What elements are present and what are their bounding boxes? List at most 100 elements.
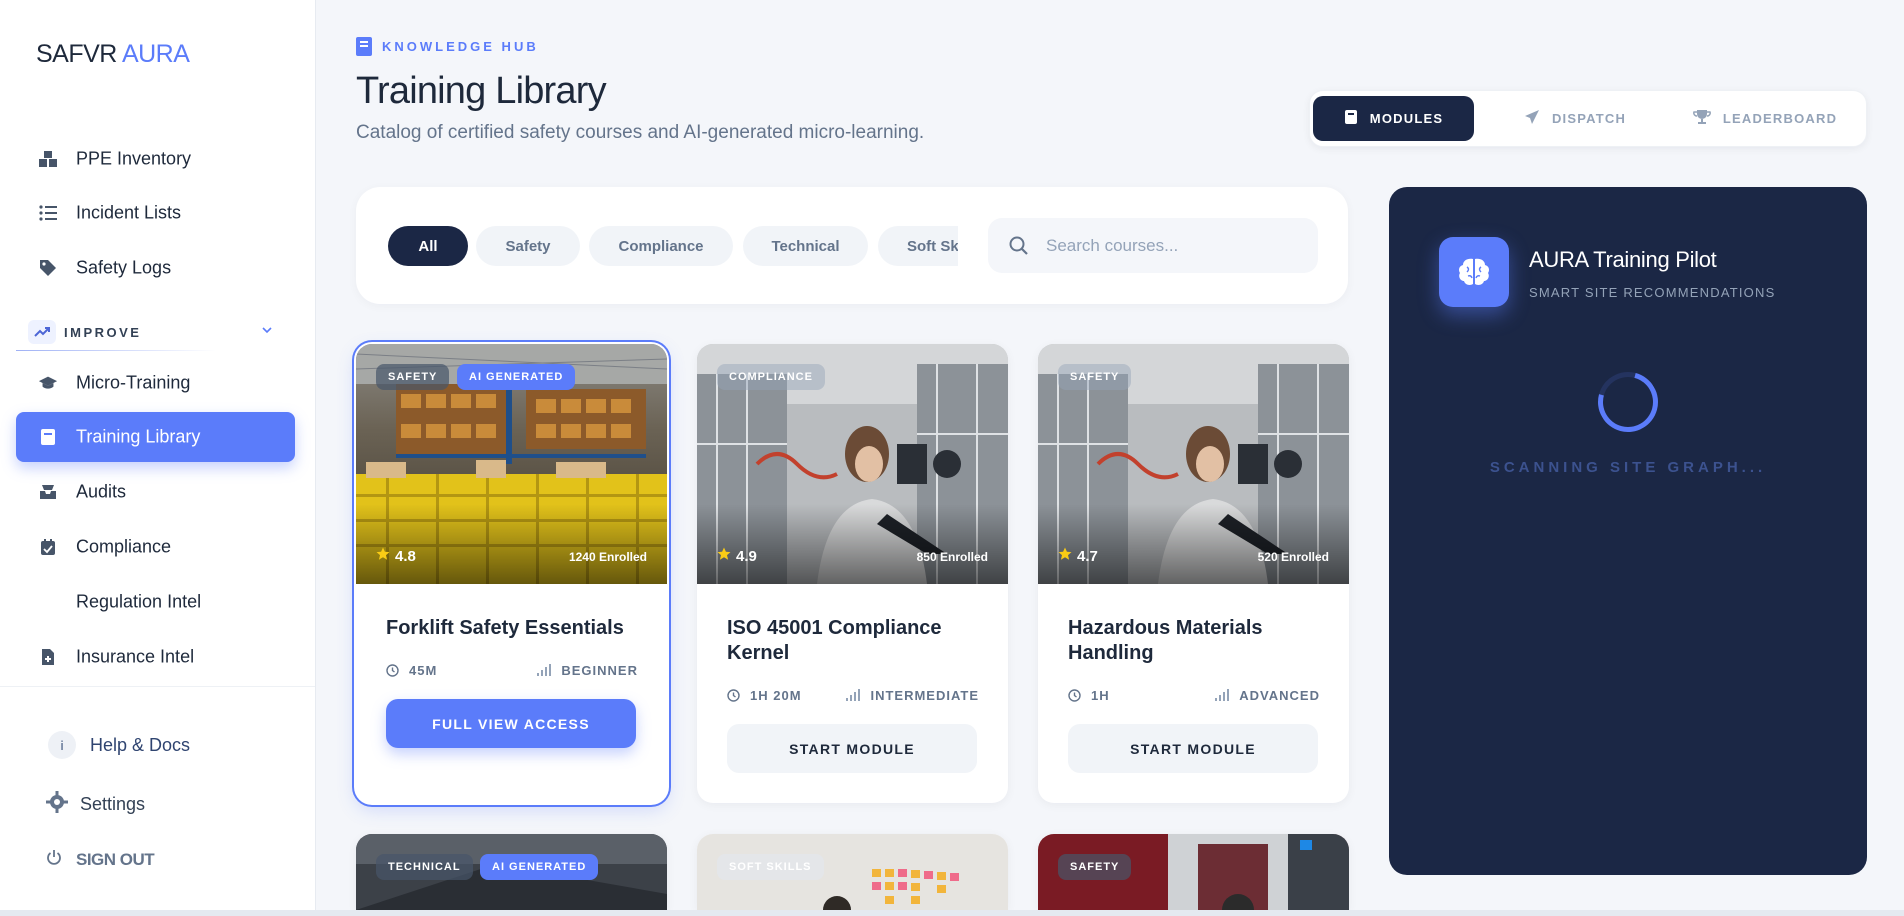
settings-button[interactable]: Settings <box>46 791 145 818</box>
course-meta: 45M BEGINNER <box>386 661 638 679</box>
course-title: Hazardous Materials Handling <box>1068 617 1263 664</box>
search-icon <box>1008 235 1030 257</box>
sidebar-item-label: Safety Logs <box>76 257 172 278</box>
trend-up-icon <box>28 320 56 344</box>
rating-value: 4.7 <box>1077 547 1098 565</box>
breadcrumb: KNOWLEDGE HUB <box>356 37 539 56</box>
sidebar-item-label: Insurance Intel <box>76 646 195 667</box>
category-tag: SAFETY <box>1058 364 1132 390</box>
sidebar: SAFVR AURA · · · ‑ · PPE Inventory Incid… <box>0 0 316 916</box>
thumbnail-shade <box>356 504 667 584</box>
chip-all[interactable]: All <box>388 226 468 266</box>
settings-label: Settings <box>80 794 146 814</box>
sidebar-item-training-library[interactable]: Training Library <box>16 412 295 462</box>
category-chips: All Safety Compliance Technical Soft Sk <box>388 226 958 266</box>
tag-icon <box>38 258 58 278</box>
scan-status: SCANNING SITE GRAPH... <box>1489 459 1767 476</box>
tab-dispatch[interactable]: DISPATCH <box>1500 96 1650 141</box>
pilot-subtitle: SMART SITE RECOMMENDATIONS <box>1529 285 1776 300</box>
course-card-soft-skills[interactable]: SOFT SKILLS <box>697 834 1008 910</box>
chevron-down-icon[interactable] <box>262 323 272 337</box>
scrolled-nav-remnant: · · · ‑ · <box>62 96 182 108</box>
chip-soft-skills[interactable]: Soft Sk <box>878 226 958 266</box>
course-level: ADVANCED <box>1215 688 1320 703</box>
sidebar-item-label: Training Library <box>76 426 201 447</box>
sign-out-button[interactable]: SIGN OUT <box>46 849 155 870</box>
page-title: Training Library <box>356 70 607 112</box>
course-thumbnail: SAFETY 4.7 520 Enrolled <box>1038 344 1349 584</box>
course-card-iso45001[interactable]: COMPLIANCE 4.9 850 Enrolled ISO 45001 Co… <box>697 344 1008 803</box>
help-docs-label: Help & Docs <box>90 734 191 755</box>
chip-safety[interactable]: Safety <box>476 226 580 266</box>
section-label: IMPROVE <box>64 324 142 340</box>
loading-spinner <box>1587 361 1669 443</box>
enrolled-count: 520 Enrolled <box>1257 550 1329 564</box>
page-subtitle: Catalog of certified safety courses and … <box>356 122 925 143</box>
course-meta: 1H 20M INTERMEDIATE <box>727 686 979 704</box>
course-duration: 45M <box>386 663 437 678</box>
brand-name: SAFVR <box>36 40 117 68</box>
course-card-technical[interactable]: TECHNICAL AI GENERATED <box>356 834 667 910</box>
sidebar-item-label: Audits <box>76 481 127 502</box>
course-thumbnail: COMPLIANCE 4.9 850 Enrolled <box>697 344 1008 584</box>
thumbnail-shade <box>697 504 1008 584</box>
course-rating: 4.7 <box>1058 547 1098 565</box>
clock-icon <box>386 663 399 677</box>
trophy-icon <box>1692 109 1711 128</box>
start-module-button[interactable]: START MODULE <box>1068 724 1318 773</box>
tab-label: MODULES <box>1369 111 1444 126</box>
signal-bars-icon <box>1215 689 1230 701</box>
sidebar-item-label: Incident Lists <box>76 202 182 223</box>
rating-value: 4.9 <box>736 547 757 565</box>
course-thumbnail: SAFETY AI GENERATED 4.8 1240 Enrolled <box>356 344 667 584</box>
filter-bar: All Safety Compliance Technical Soft Sk <box>356 187 1348 304</box>
chip-technical[interactable]: Technical <box>743 226 868 266</box>
inbox-icon <box>38 482 58 502</box>
pilot-title: AURA Training Pilot <box>1529 247 1717 272</box>
search-box <box>988 218 1318 273</box>
paper-plane-icon <box>1524 109 1540 128</box>
chip-compliance[interactable]: Compliance <box>589 226 733 266</box>
start-module-button[interactable]: START MODULE <box>727 724 977 773</box>
full-view-access-button[interactable]: FULL VIEW ACCESS <box>386 699 636 748</box>
duration-label: 1H 20M <box>750 687 802 703</box>
sidebar-item-audits[interactable]: Audits <box>16 467 295 517</box>
sidebar-item-insurance-intel[interactable]: Insurance Intel <box>16 632 295 682</box>
duration-label: 45M <box>409 662 438 678</box>
tab-label: LEADERBOARD <box>1722 111 1838 126</box>
sidebar-item-label: Regulation Intel <box>76 591 202 612</box>
sidebar-item-micro-training[interactable]: Micro-Training <box>16 358 295 408</box>
sidebar-item-label: PPE Inventory <box>76 148 192 169</box>
course-duration: 1H <box>1068 688 1110 703</box>
training-pilot-panel: AURA Training Pilot SMART SITE RECOMMEND… <box>1389 187 1867 875</box>
sidebar-item-regulation-intel[interactable]: Regulation Intel <box>16 577 295 627</box>
help-docs-button[interactable]: i Help & Docs <box>48 731 190 759</box>
sidebar-item-incident-lists[interactable]: Incident Lists <box>16 188 295 238</box>
course-card-hazmat[interactable]: SAFETY 4.7 520 Enrolled Hazardous Materi… <box>1038 344 1349 803</box>
category-tag: SOFT SKILLS <box>717 854 824 880</box>
duration-label: 1H <box>1091 687 1110 703</box>
course-level: INTERMEDIATE <box>846 688 979 703</box>
sidebar-footer: i Help & Docs Settings SIGN OUT <box>0 686 315 916</box>
sidebar-item-safety-logs[interactable]: Safety Logs <box>16 243 295 293</box>
tab-modules[interactable]: MODULES <box>1313 96 1474 141</box>
course-rating: 4.9 <box>717 547 757 565</box>
sidebar-item-compliance[interactable]: Compliance <box>16 522 295 572</box>
enrolled-count: 1240 Enrolled <box>568 550 647 564</box>
brand-logo[interactable]: SAFVR AURA <box>36 40 190 69</box>
course-card-safety-2[interactable]: SAFETY <box>1038 834 1349 910</box>
course-card-forklift[interactable]: SAFETY AI GENERATED 4.8 1240 Enrolled Fo… <box>356 344 667 803</box>
thumbnail-shade <box>1038 504 1349 584</box>
section-improve[interactable]: IMPROVE <box>28 320 141 344</box>
view-tabs: MODULES DISPATCH LEADERBOARD <box>1309 90 1867 147</box>
window-bottom-edge <box>0 910 1904 916</box>
tab-leaderboard[interactable]: LEADERBOARD <box>1670 96 1860 141</box>
info-icon: i <box>48 731 76 759</box>
level-label: INTERMEDIATE <box>870 687 979 703</box>
signal-bars-icon <box>846 689 861 701</box>
sidebar-item-ppe-inventory[interactable]: PPE Inventory <box>16 134 295 184</box>
course-rating: 4.8 <box>376 547 416 565</box>
gear-icon <box>46 791 68 818</box>
list-icon <box>38 203 58 223</box>
search-input[interactable] <box>1046 218 1306 273</box>
